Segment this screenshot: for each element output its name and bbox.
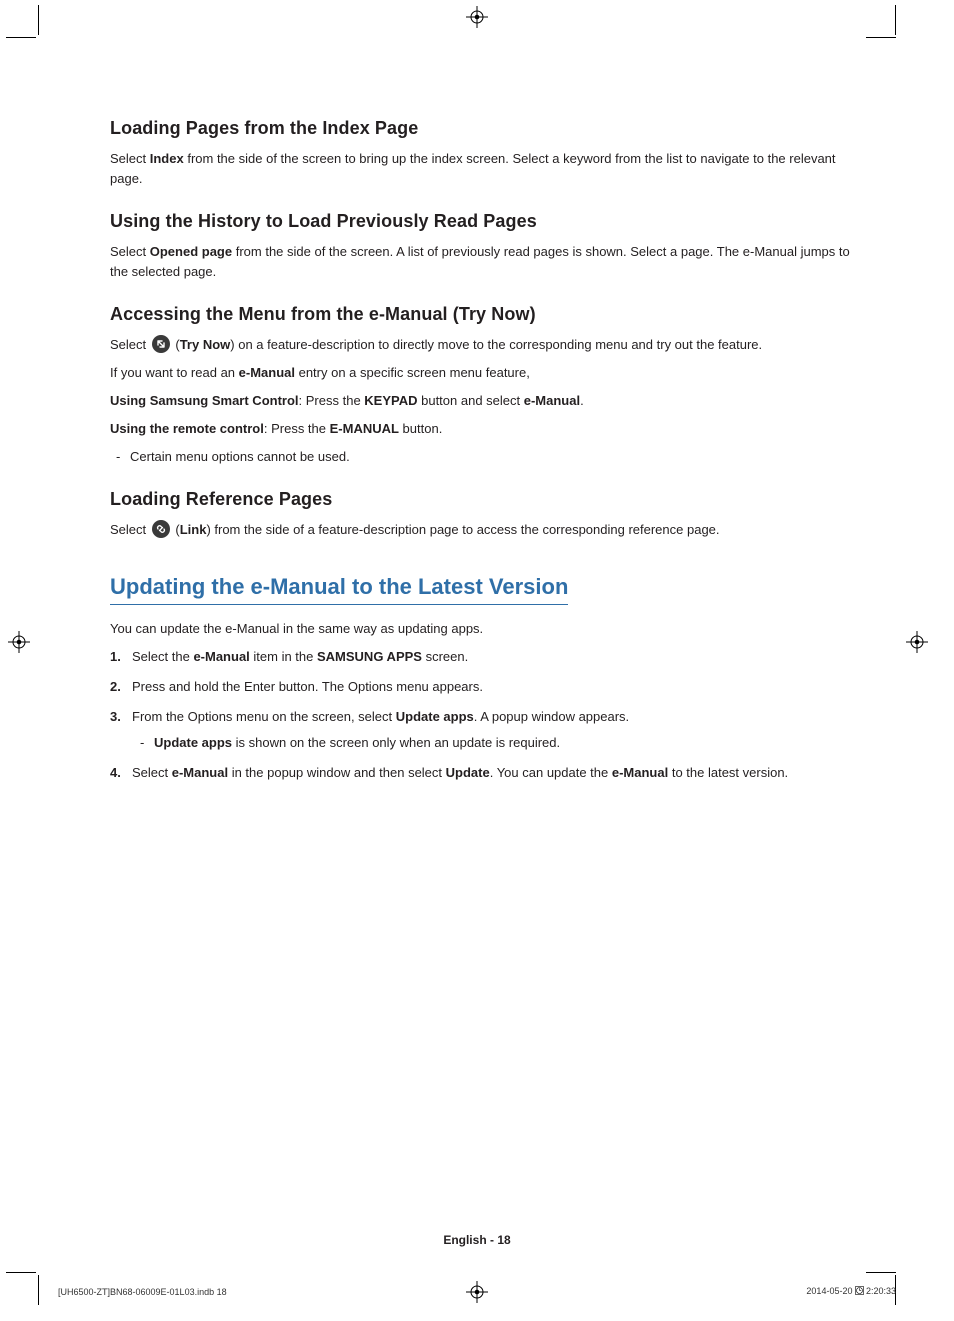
section-heading-history: Using the History to Load Previously Rea… (110, 211, 850, 232)
chapter-heading-update: Updating the e-Manual to the Latest Vers… (110, 574, 568, 605)
registration-mark-top-icon (466, 6, 488, 28)
section-note-trynow: Certain menu options cannot be used. (110, 447, 850, 467)
imprint-timestamp: 2014-05-20 2:20:33 (806, 1286, 896, 1297)
section-heading-index: Loading Pages from the Index Page (110, 118, 850, 139)
section-body-reference: Select (Link) from the side of a feature… (110, 520, 850, 540)
page-footer: English - 18 (0, 1233, 954, 1247)
update-step-3-note: Update apps is shown on the screen only … (132, 733, 850, 753)
registration-mark-bottom-icon (466, 1281, 488, 1303)
update-steps: Select the e-Manual item in the SAMSUNG … (110, 647, 850, 783)
imprint-filename: [UH6500-ZT]BN68-06009E-01L03.indb 18 (58, 1287, 227, 1297)
section-heading-reference: Loading Reference Pages (110, 489, 850, 510)
link-icon (152, 520, 170, 538)
registration-mark-left-icon (8, 631, 30, 653)
section-body-trynow-3: Using Samsung Smart Control: Press the K… (110, 391, 850, 411)
update-intro: You can update the e-Manual in the same … (110, 619, 850, 639)
update-step-1: Select the e-Manual item in the SAMSUNG … (110, 647, 850, 667)
registration-mark-right-icon (906, 631, 928, 653)
update-step-2: Press and hold the Enter button. The Opt… (110, 677, 850, 697)
update-step-4: Select e-Manual in the popup window and … (110, 763, 850, 783)
section-body-trynow-2: If you want to read an e-Manual entry on… (110, 363, 850, 383)
section-body-index: Select Index from the side of the screen… (110, 149, 850, 189)
clock-icon (855, 1286, 864, 1297)
section-heading-trynow: Accessing the Menu from the e-Manual (Tr… (110, 304, 850, 325)
page-content: Loading Pages from the Index Page Select… (110, 110, 850, 793)
try-now-icon (152, 335, 170, 353)
section-body-history: Select Opened page from the side of the … (110, 242, 850, 282)
section-body-trynow-1: Select (Try Now) on a feature-descriptio… (110, 335, 850, 355)
section-body-trynow-4: Using the remote control: Press the E-MA… (110, 419, 850, 439)
update-step-3: From the Options menu on the screen, sel… (110, 707, 850, 753)
